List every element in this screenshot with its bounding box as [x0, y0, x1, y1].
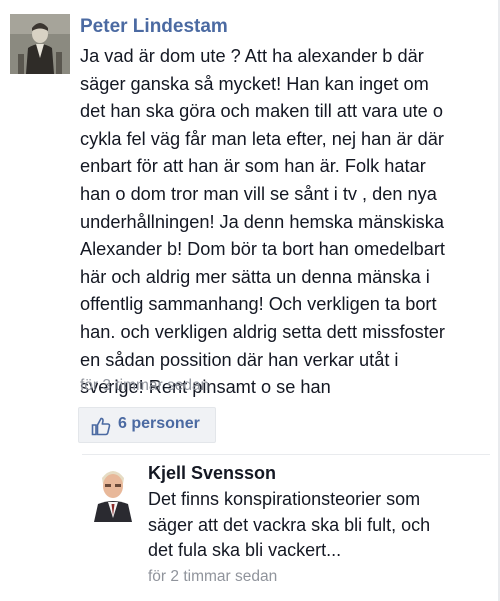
profile-photo-icon	[10, 14, 70, 74]
avatar[interactable]	[10, 14, 70, 74]
reply-author[interactable]: Kjell Svensson	[148, 463, 276, 484]
comment-timestamp[interactable]: för 3 timmar sedan	[80, 377, 209, 395]
reply-timestamp[interactable]: för 2 timmar sedan	[148, 568, 277, 586]
likes-button[interactable]: 6 personer	[78, 407, 216, 443]
profile-photo-icon	[90, 462, 136, 522]
reply: Kjell Svensson Det finns konspirationste…	[0, 450, 500, 601]
comment-text: Ja vad är dom ute ? Att ha alexander b d…	[80, 46, 445, 398]
reply-avatar[interactable]	[90, 462, 136, 522]
comment-thread: Peter Lindestam Ja vad är dom ute ? Att …	[0, 0, 500, 601]
reply-divider	[82, 454, 490, 455]
comment-author[interactable]: Peter Lindestam	[80, 16, 228, 38]
thumbs-up-icon	[91, 417, 111, 436]
reply-text: Det finns konspirationsteorier som säger…	[148, 489, 431, 560]
likes-count: 6 personer	[118, 415, 200, 432]
